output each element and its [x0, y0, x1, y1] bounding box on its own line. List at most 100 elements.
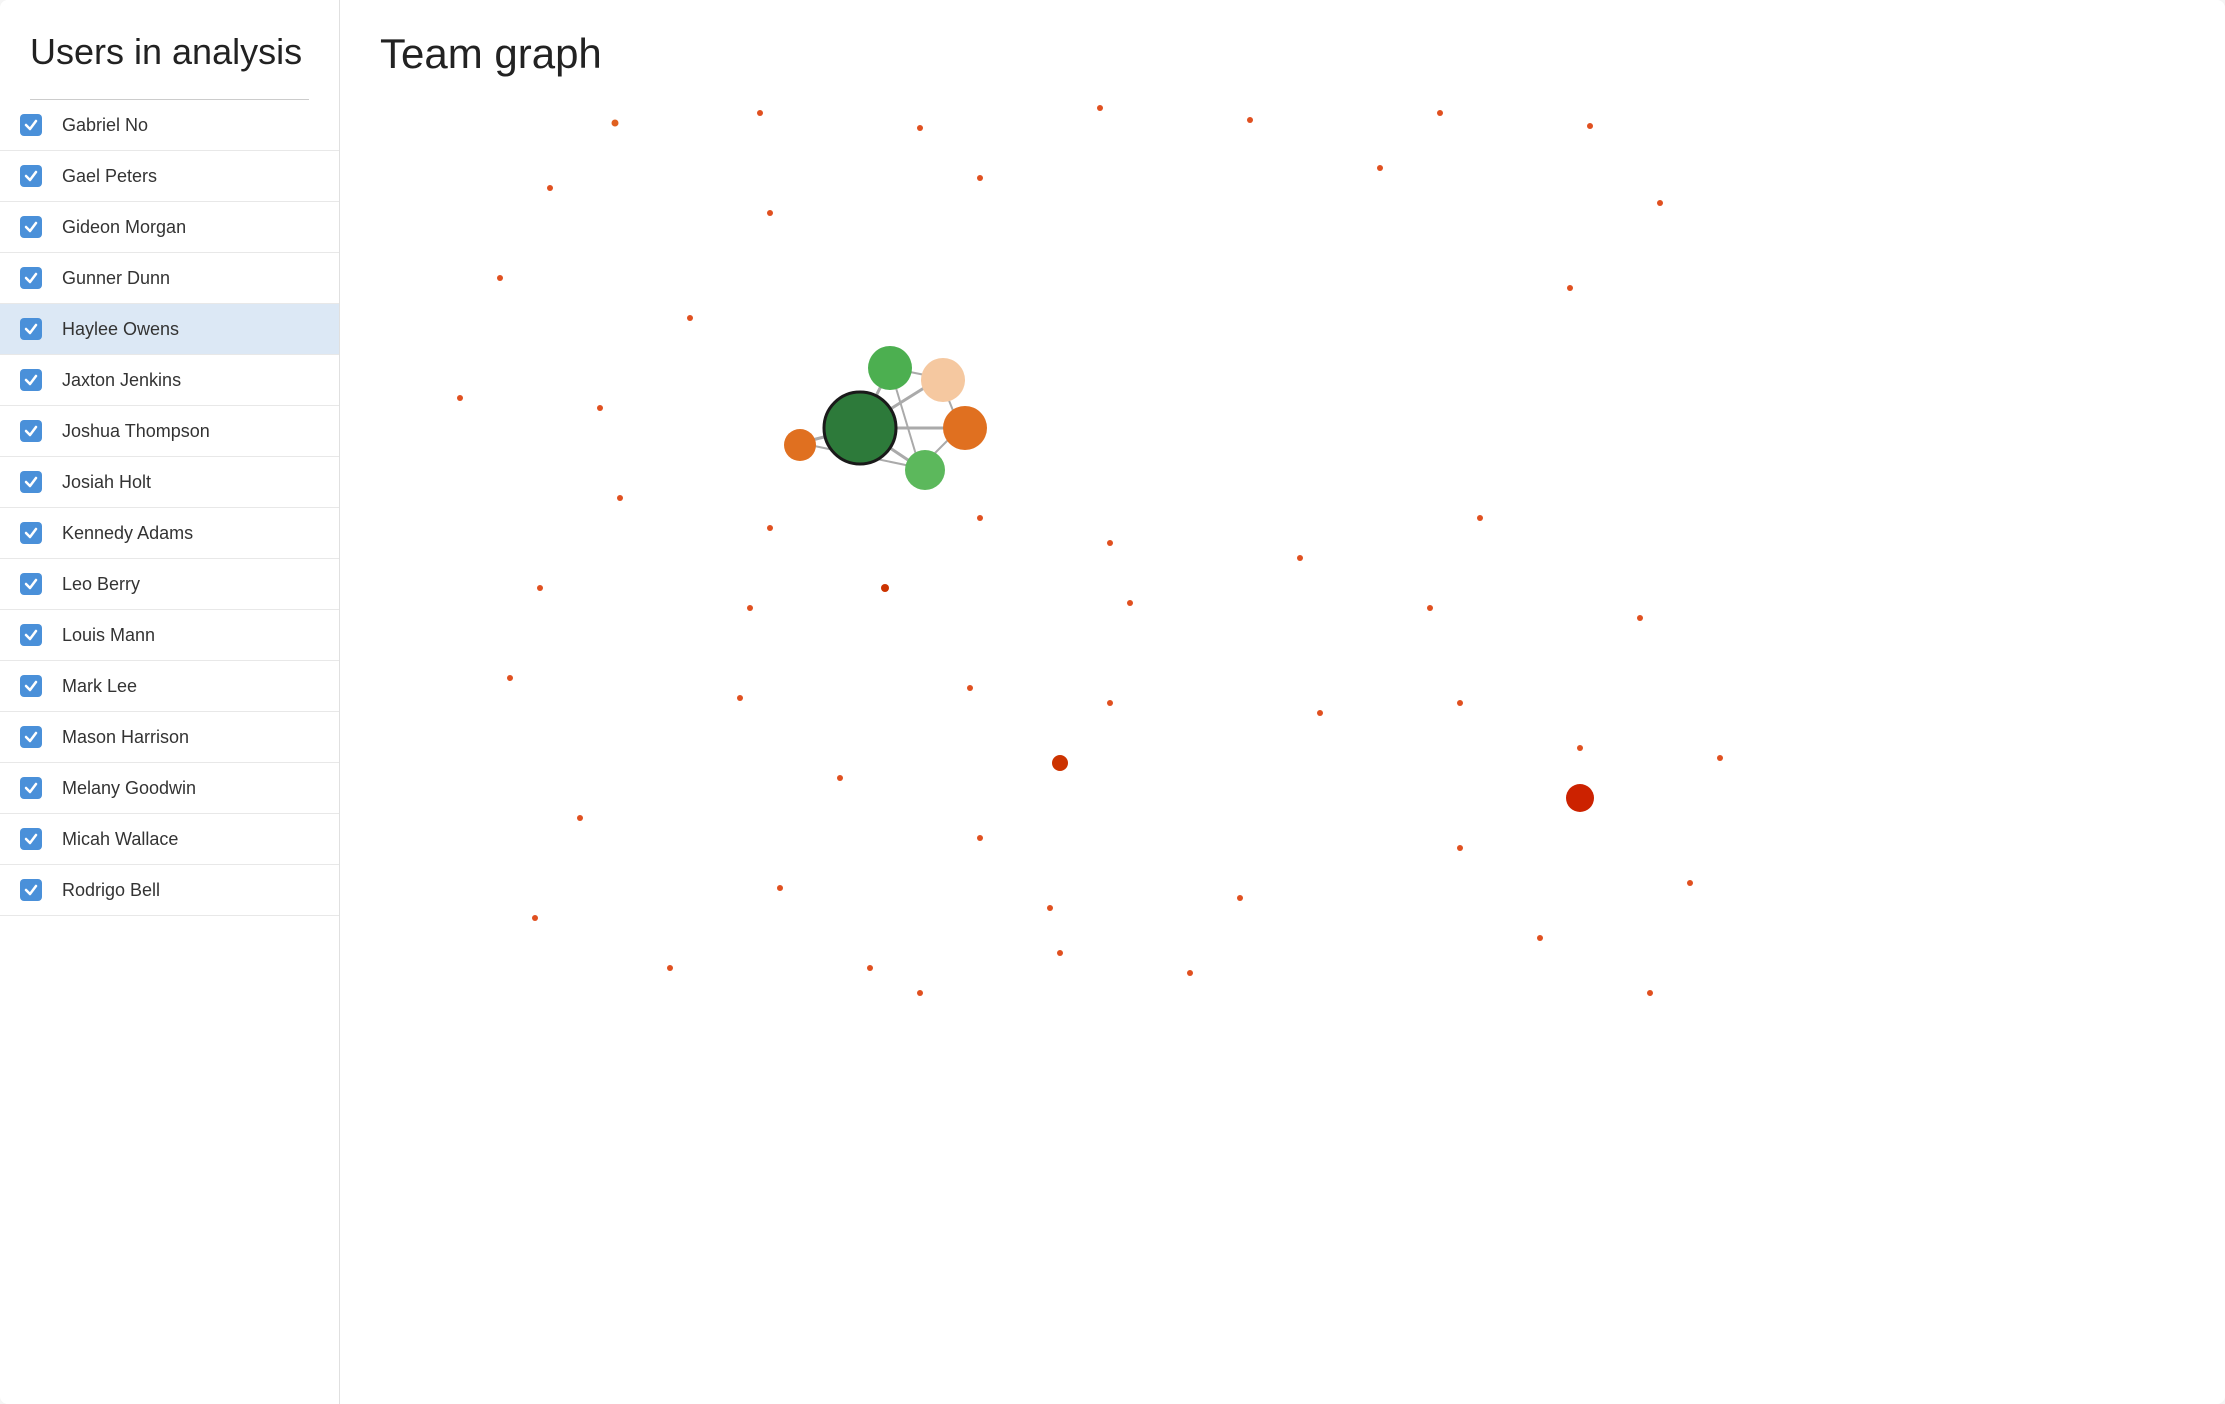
main-title: Team graph [380, 30, 2185, 78]
user-name: Rodrigo Bell [62, 880, 160, 901]
scatter-dot [1717, 755, 1723, 761]
list-item[interactable]: Mark Lee [0, 661, 339, 712]
scatter-dot [917, 125, 923, 131]
scatter-dot [1127, 600, 1133, 606]
cluster-node-center[interactable] [824, 392, 896, 464]
user-name: Mason Harrison [62, 727, 189, 748]
scatter-dot [767, 210, 773, 216]
user-name: Louis Mann [62, 625, 155, 646]
scatter-dot [777, 885, 783, 891]
user-name: Gabriel No [62, 115, 148, 136]
graph-area [380, 98, 2185, 1362]
list-item[interactable]: Micah Wallace [0, 814, 339, 865]
user-checkbox[interactable] [20, 777, 42, 799]
scatter-dot [457, 395, 463, 401]
cluster-node-lower-green[interactable] [905, 450, 945, 490]
cluster-node-left-orange[interactable] [784, 429, 816, 461]
list-item[interactable]: Leo Berry [0, 559, 339, 610]
scatter-dot [1647, 990, 1653, 996]
user-checkbox[interactable] [20, 675, 42, 697]
app-container: Users in analysis Gabriel NoGael PetersG… [0, 0, 2225, 1404]
scatter-dot [1427, 605, 1433, 611]
scatter-dot [977, 515, 983, 521]
list-item[interactable]: Louis Mann [0, 610, 339, 661]
scatter-dot [687, 315, 693, 321]
user-list: Gabriel No Gael Peters Gideon Morgan Gunner… [0, 100, 339, 1404]
scatter-dot [1587, 123, 1593, 129]
user-checkbox[interactable] [20, 318, 42, 340]
scatter-dot [1457, 845, 1463, 851]
scatter-dot-xlarge [1566, 784, 1594, 812]
scatter-dot [1637, 615, 1643, 621]
user-name: Joshua Thompson [62, 421, 210, 442]
list-item[interactable]: Gunner Dunn [0, 253, 339, 304]
scatter-dot [537, 585, 543, 591]
scatter-dot [917, 990, 923, 996]
user-checkbox[interactable] [20, 879, 42, 901]
user-checkbox[interactable] [20, 114, 42, 136]
scatter-dot [1237, 895, 1243, 901]
user-checkbox[interactable] [20, 420, 42, 442]
list-item[interactable]: Haylee Owens [0, 304, 339, 355]
list-item[interactable]: Joshua Thompson [0, 406, 339, 457]
list-item[interactable]: Gideon Morgan [0, 202, 339, 253]
scatter-dot-large [1052, 755, 1068, 771]
scatter-dot [1297, 555, 1303, 561]
cluster-node-peach[interactable] [921, 358, 965, 402]
list-item[interactable]: Josiah Holt [0, 457, 339, 508]
list-item[interactable]: Gabriel No [0, 100, 339, 151]
scatter-dot [612, 120, 619, 127]
scatter-dot [747, 605, 753, 611]
user-name: Jaxton Jenkins [62, 370, 181, 391]
user-name: Melany Goodwin [62, 778, 196, 799]
scatter-dot [1567, 285, 1573, 291]
user-name: Leo Berry [62, 574, 140, 595]
list-item[interactable]: Melany Goodwin [0, 763, 339, 814]
scatter-dot [977, 835, 983, 841]
scatter-dot [532, 915, 538, 921]
scatter-dot [757, 110, 763, 116]
scatter-dot [1317, 710, 1323, 716]
scatter-dot [1057, 950, 1063, 956]
cluster-node-upper-green[interactable] [868, 346, 912, 390]
scatter-dot [767, 525, 773, 531]
scatter-dot [1687, 880, 1693, 886]
scatter-dot [1097, 105, 1103, 111]
user-checkbox[interactable] [20, 216, 42, 238]
user-checkbox[interactable] [20, 522, 42, 544]
user-checkbox[interactable] [20, 624, 42, 646]
scatter-dot [617, 495, 623, 501]
scatter-dot [1107, 540, 1113, 546]
user-checkbox[interactable] [20, 267, 42, 289]
list-item[interactable]: Rodrigo Bell [0, 865, 339, 916]
list-item[interactable]: Kennedy Adams [0, 508, 339, 559]
scatter-dot [1047, 905, 1053, 911]
user-name: Haylee Owens [62, 319, 179, 340]
scatter-dot [667, 965, 673, 971]
cluster-node-right-orange[interactable] [943, 406, 987, 450]
scatter-dot [867, 965, 873, 971]
user-checkbox[interactable] [20, 369, 42, 391]
scatter-dot [547, 185, 553, 191]
scatter-dot [1477, 515, 1483, 521]
user-checkbox[interactable] [20, 726, 42, 748]
scatter-dot [507, 675, 513, 681]
user-name: Mark Lee [62, 676, 137, 697]
user-checkbox[interactable] [20, 165, 42, 187]
scatter-dot [577, 815, 583, 821]
user-checkbox[interactable] [20, 828, 42, 850]
user-checkbox[interactable] [20, 573, 42, 595]
list-item[interactable]: Jaxton Jenkins [0, 355, 339, 406]
scatter-dot-med [881, 584, 889, 592]
graph-svg [380, 98, 2185, 1362]
user-checkbox[interactable] [20, 471, 42, 493]
scatter-dot [967, 685, 973, 691]
scatter-dot [1187, 970, 1193, 976]
user-name: Gideon Morgan [62, 217, 186, 238]
list-item[interactable]: Gael Peters [0, 151, 339, 202]
scatter-dot [1247, 117, 1253, 123]
scatter-dot [1457, 700, 1463, 706]
main-panel: Team graph [340, 0, 2225, 1404]
user-name: Gunner Dunn [62, 268, 170, 289]
list-item[interactable]: Mason Harrison [0, 712, 339, 763]
